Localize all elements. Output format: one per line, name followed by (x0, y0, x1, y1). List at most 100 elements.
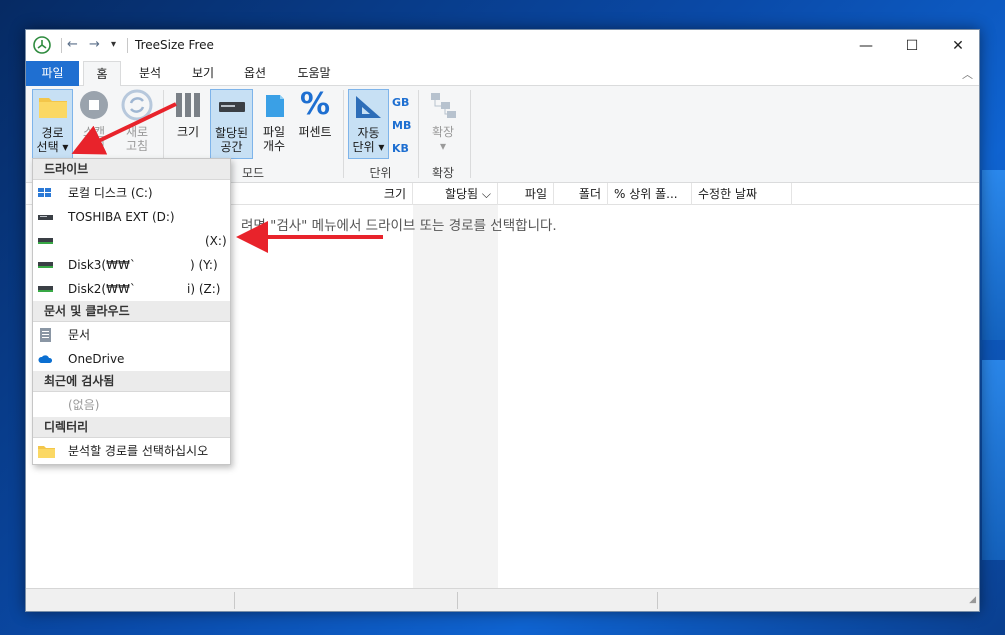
folder-icon (37, 90, 69, 122)
select-directory-label-1: 경로 (41, 126, 64, 140)
stop-scan-button[interactable]: 스캔 중지 (76, 89, 112, 153)
ruler-triangle-icon (353, 90, 385, 122)
drive-item-label: Disk2(₩₩` (68, 282, 136, 296)
drive-item-letter: ) (Y:) (190, 258, 218, 272)
select-directory-button[interactable]: 경로 선택 ▾ (32, 89, 73, 159)
tab-file[interactable]: 파일 (26, 61, 79, 86)
auto-unit-button[interactable]: 자동 단위 ▾ (348, 89, 389, 159)
collapse-ribbon-icon[interactable]: ︿ (962, 66, 973, 82)
allocated-space-button[interactable]: 할당된 공간 (210, 89, 253, 159)
onedrive-item[interactable]: OneDrive (33, 347, 230, 371)
expand-group-label: 확장 (431, 166, 455, 180)
column-folders[interactable]: 폴더 (554, 183, 608, 205)
minimize-icon: — (859, 37, 873, 54)
network-drive-icon (38, 262, 53, 268)
documents-label: 문서 (68, 328, 91, 342)
desktop-tile (982, 170, 1005, 340)
minimize-button[interactable]: — (843, 30, 889, 61)
expand-label-2: ▾ (439, 139, 447, 153)
tab-help[interactable]: 도움말 (289, 61, 339, 86)
refresh-button[interactable]: 새로 고침 (118, 89, 156, 153)
unit-kb-button[interactable]: KB (392, 142, 409, 155)
ribbon-tabs: 파일 홈 분석 보기 옵션 도움말 (26, 61, 979, 87)
close-button[interactable]: ✕ (935, 30, 979, 61)
unit-gb-button[interactable]: GB (392, 96, 409, 109)
tab-options[interactable]: 옵션 (233, 61, 277, 86)
resize-grip-icon[interactable]: ◢ (969, 595, 976, 605)
refresh-label-2: 고침 (125, 139, 149, 153)
drive-item-label: TOSHIBA EXT (D:) (68, 210, 175, 224)
separator (657, 592, 658, 609)
choose-directory-item[interactable]: 분석할 경로를 선택하십시오 (33, 439, 230, 463)
recent-empty-item: (없음) (68, 398, 100, 412)
stop-scan-label-2: 중지 (82, 139, 106, 153)
drives-section-header: 드라이브 (33, 159, 230, 180)
network-drive-icon (38, 286, 53, 292)
folder-icon (38, 446, 55, 458)
tree-expand-icon (427, 89, 459, 121)
drive-item-d[interactable]: TOSHIBA EXT (D:) (33, 205, 230, 229)
unit-group-label: 단위 (369, 166, 392, 180)
separator (61, 38, 62, 53)
drive-item-label: 로컬 디스크 (C:) (68, 186, 153, 200)
forward-arrow-icon[interactable]: → (89, 37, 100, 52)
auto-unit-label-1: 자동 (357, 126, 380, 140)
empty-state-message: 려면 "검사" 메뉴에서 드라이브 또는 경로를 선택합니다. (241, 218, 557, 234)
drive-item-x[interactable]: (X:) (33, 229, 230, 253)
unit-mb-button[interactable]: MB (392, 119, 411, 132)
tab-view[interactable]: 보기 (181, 61, 225, 86)
size-mode-button[interactable]: 크기 (171, 89, 205, 139)
file-count-label-1: 파일 (262, 125, 286, 139)
drive-item-letter: (X:) (205, 234, 227, 248)
close-icon: ✕ (952, 37, 964, 54)
file-stack-icon (258, 89, 290, 121)
drive-icon (38, 215, 53, 220)
onedrive-cloud-icon (38, 355, 53, 363)
tab-analyze[interactable]: 분석 (128, 61, 172, 86)
status-bar: ◢ (26, 588, 979, 611)
percent-button[interactable]: % 퍼센트 (294, 89, 336, 140)
docs-section-header: 문서 및 클라우드 (33, 301, 230, 322)
desktop-tile (982, 360, 1005, 560)
allocated-space-label-2: 공간 (220, 140, 243, 154)
document-icon (40, 328, 51, 342)
drive-item-c[interactable]: 로컬 디스크 (C:) (33, 181, 230, 205)
title-bar[interactable]: ← → ▾ TreeSize Free — ☐ ✕ (26, 30, 979, 61)
separator (234, 592, 235, 609)
column-percent-parent[interactable]: % 상위 폴... (608, 183, 692, 205)
documents-item[interactable]: 문서 (33, 323, 230, 347)
file-count-label-2: 개수 (262, 139, 286, 153)
allocated-column-highlight (413, 205, 498, 589)
maximize-button[interactable]: ☐ (889, 30, 935, 61)
refresh-icon (121, 89, 153, 121)
choose-directory-label: 분석할 경로를 선택하십시오 (68, 444, 209, 458)
tab-home[interactable]: 홈 (83, 61, 121, 87)
column-size[interactable]: 크기 (326, 183, 413, 205)
directory-section-header: 디렉터리 (33, 417, 230, 438)
drive-item-z[interactable]: Disk2(₩₩` i) (Z:) (33, 277, 230, 301)
treesize-app-icon (33, 36, 51, 54)
drive-icon (216, 90, 248, 122)
quick-access-dropdown-icon[interactable]: ▾ (111, 39, 116, 50)
back-arrow-icon[interactable]: ← (67, 37, 78, 52)
network-drive-icon (38, 238, 53, 244)
column-modified-date[interactable]: 수정한 날짜 (692, 183, 792, 205)
file-count-button[interactable]: 파일 개수 (257, 89, 291, 153)
column-files[interactable]: 파일 (498, 183, 554, 205)
auto-unit-label-2: 단위 ▾ (352, 140, 385, 154)
window-title: TreeSize Free (135, 38, 214, 52)
recent-section-header: 최근에 검사됨 (33, 371, 230, 392)
bars-icon (172, 89, 204, 121)
stop-scan-label-1: 스캔 (82, 125, 106, 139)
separator (470, 90, 471, 178)
allocated-space-label-1: 할당된 (214, 126, 249, 140)
maximize-icon: ☐ (905, 37, 919, 54)
drive-item-label: Disk3(₩₩` (68, 258, 136, 272)
onedrive-label: OneDrive (68, 352, 125, 366)
stop-icon (78, 89, 110, 121)
drive-item-y[interactable]: Disk3(₩₩` ) (Y:) (33, 253, 230, 277)
column-allocated[interactable]: 할당됨 ⌵ (413, 183, 498, 205)
select-directory-label-2: 선택 ▾ (36, 140, 69, 154)
size-mode-label: 크기 (176, 125, 200, 139)
expand-button[interactable]: 확장 ▾ (424, 89, 462, 153)
